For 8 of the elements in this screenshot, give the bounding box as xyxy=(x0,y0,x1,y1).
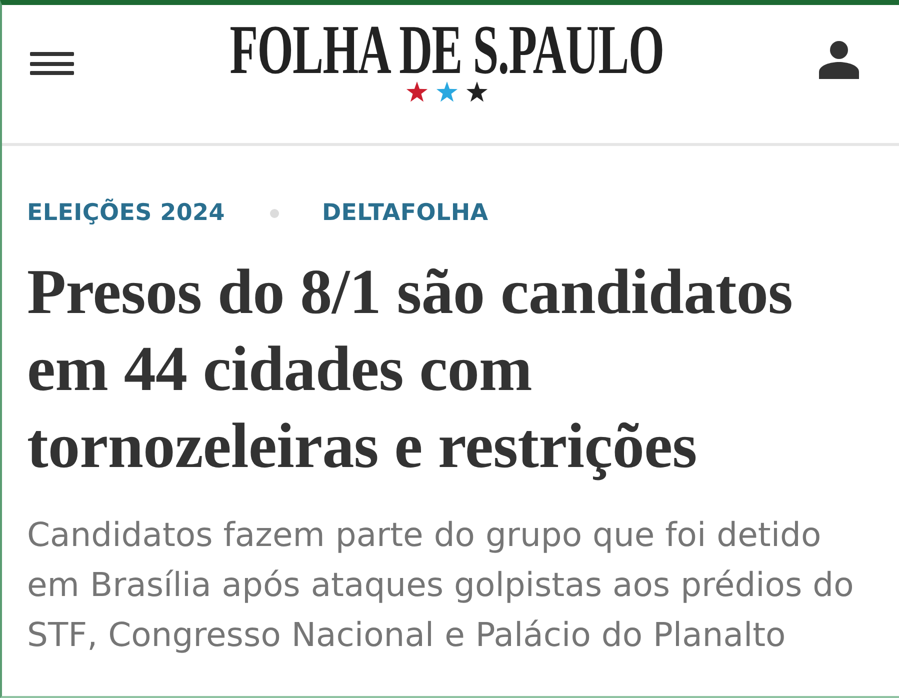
user-icon[interactable] xyxy=(819,41,859,79)
separator-dot-icon xyxy=(270,208,279,218)
section-link[interactable]: ELEIÇÕES 2024 xyxy=(27,196,225,230)
article-headline: Presos do 8/1 são candidatos em 44 cidades com tornozeleiras e restrições xyxy=(27,254,794,482)
menu-icon[interactable] xyxy=(30,52,74,75)
section-link[interactable]: DELTAFOLHA xyxy=(322,196,488,230)
newspaper-logo[interactable]: FOLHA DE S.PAULO xyxy=(230,21,664,81)
article-subtitle: Candidatos fazem parte do grupo que foi detido em Brasília após ataques golpistas aos prédios do STF, Congresso Nacional e Palácio do Planalto xyxy=(27,514,855,656)
